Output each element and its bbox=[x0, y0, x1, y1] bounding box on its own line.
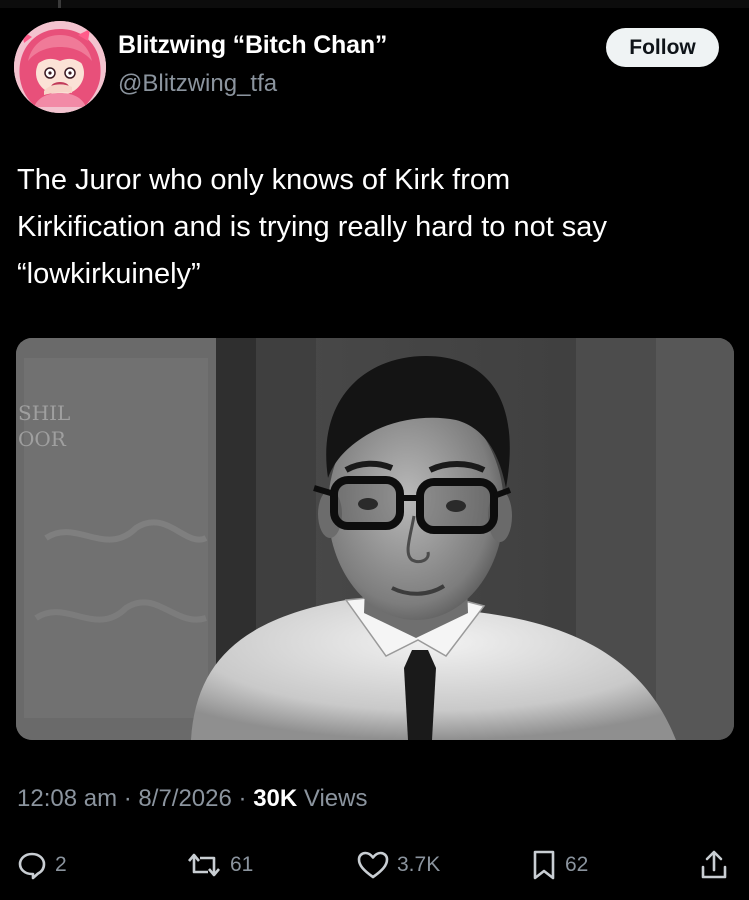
reply-button[interactable]: 2 bbox=[17, 843, 67, 887]
views-label: Views bbox=[303, 785, 368, 812]
post-text-line: Kirkification and is trying really hard … bbox=[17, 211, 607, 243]
meta-separator: · bbox=[123, 785, 132, 812]
repost-button[interactable]: 61 bbox=[186, 843, 253, 887]
meta-separator: · bbox=[238, 785, 247, 812]
post-meta: 12:08 am · 8/7/2026 · 30K Views bbox=[17, 785, 367, 813]
repost-icon bbox=[186, 850, 222, 880]
post-photo: SHIL OOR bbox=[16, 338, 734, 740]
like-button[interactable]: 3.7K bbox=[357, 843, 440, 887]
repost-count: 61 bbox=[230, 853, 254, 876]
author-name[interactable]: Blitzwing “Bitch Chan” bbox=[118, 31, 387, 60]
like-count: 3.7K bbox=[397, 853, 441, 876]
author-handle[interactable]: @Blitzwing_tfa bbox=[118, 70, 277, 98]
sign-text-line: OOR bbox=[18, 427, 67, 451]
post-image[interactable]: SHIL OOR bbox=[16, 338, 734, 740]
share-button[interactable] bbox=[699, 843, 729, 887]
follow-button[interactable]: Follow bbox=[606, 28, 719, 67]
status-tick bbox=[58, 0, 61, 8]
share-icon bbox=[699, 849, 729, 881]
views-count: 30K bbox=[253, 785, 298, 812]
status-strip bbox=[0, 0, 749, 8]
reply-count: 2 bbox=[55, 853, 67, 876]
heart-icon bbox=[357, 850, 389, 880]
bookmark-icon bbox=[531, 849, 557, 881]
post-time[interactable]: 12:08 am bbox=[17, 785, 117, 812]
bookmark-count: 62 bbox=[565, 853, 589, 876]
avatar-image bbox=[14, 21, 106, 113]
reply-icon bbox=[17, 850, 47, 880]
bookmark-button[interactable]: 62 bbox=[531, 843, 588, 887]
post-text-line: The Juror who only knows of Kirk from bbox=[17, 164, 511, 196]
post-date[interactable]: 8/7/2026 bbox=[138, 785, 231, 812]
post-text: The Juror who only knows of Kirk from Ki… bbox=[17, 157, 732, 298]
avatar[interactable] bbox=[14, 21, 106, 113]
sign-text-line: SHIL bbox=[18, 401, 70, 425]
post-text-line: “lowkirkuinely” bbox=[17, 258, 201, 290]
